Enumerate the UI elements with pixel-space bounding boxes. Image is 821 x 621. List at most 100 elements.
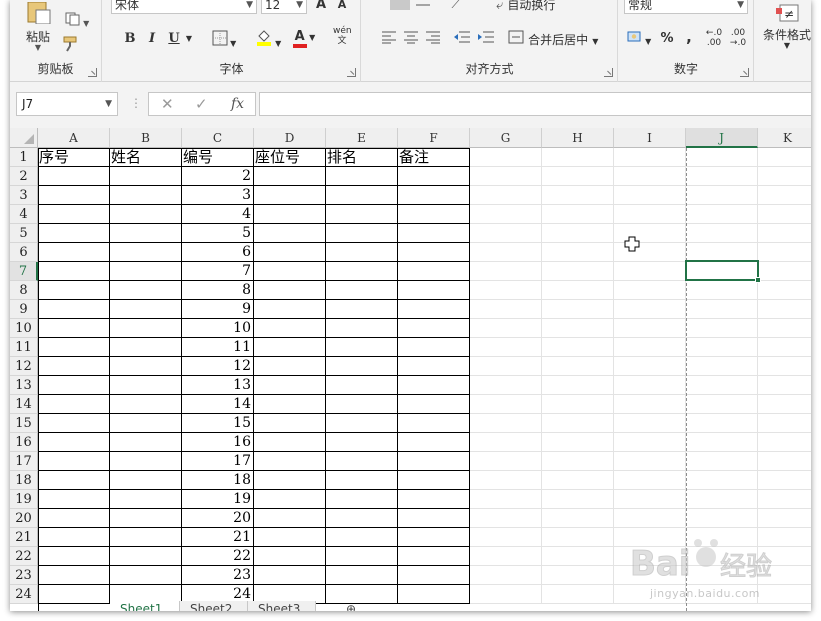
cell-g7[interactable] (470, 262, 542, 281)
borders-button[interactable]: ▼ (209, 30, 239, 53)
row-header[interactable]: 8 (10, 281, 38, 300)
cell-c13[interactable]: 13 (182, 376, 254, 395)
cell-b15[interactable] (110, 414, 182, 433)
cell-k13[interactable] (758, 376, 811, 395)
cell-b16[interactable] (110, 433, 182, 452)
font-launcher-icon[interactable] (347, 68, 356, 77)
cell-k17[interactable] (758, 452, 811, 471)
cell-j8[interactable] (686, 281, 758, 300)
cell-k1[interactable] (758, 148, 811, 167)
number-format-select[interactable]: 常规 ▼ (624, 0, 748, 14)
column-header-j[interactable]: J (686, 128, 758, 148)
cell-i13[interactable] (614, 376, 686, 395)
cell-j20[interactable] (686, 509, 758, 528)
cell-f17[interactable] (398, 452, 470, 471)
cell-b22[interactable] (110, 547, 182, 566)
shrink-font-button[interactable]: A (335, 0, 349, 14)
cell-c19[interactable]: 19 (182, 490, 254, 509)
clipboard-launcher-icon[interactable] (88, 68, 97, 77)
cell-f3[interactable] (398, 186, 470, 205)
cell-e20[interactable] (326, 509, 398, 528)
cell-g15[interactable] (470, 414, 542, 433)
cell-c23[interactable]: 23 (182, 566, 254, 585)
decrease-decimal-button[interactable]: .00 →.0 (727, 28, 749, 48)
cell-h5[interactable] (542, 224, 614, 243)
cell-h20[interactable] (542, 509, 614, 528)
cell-g2[interactable] (470, 167, 542, 186)
cell-f23[interactable] (398, 566, 470, 585)
cell-i20[interactable] (614, 509, 686, 528)
cell-i4[interactable] (614, 205, 686, 224)
cell-g13[interactable] (470, 376, 542, 395)
cell-h1[interactable] (542, 148, 614, 167)
cell-g21[interactable] (470, 528, 542, 547)
cell-i17[interactable] (614, 452, 686, 471)
cell-a4[interactable] (38, 205, 110, 224)
cell-d19[interactable] (254, 490, 326, 509)
conditional-format-button[interactable]: ≠ 条件格式 ▼ (759, 4, 811, 50)
row-header[interactable]: 13 (10, 376, 38, 395)
cell-a16[interactable] (38, 433, 110, 452)
cell-c11[interactable]: 11 (182, 338, 254, 357)
cell-e15[interactable] (326, 414, 398, 433)
font-name-select[interactable]: 宋体 ▼ (111, 0, 257, 14)
cell-g19[interactable] (470, 490, 542, 509)
cell-k8[interactable] (758, 281, 811, 300)
cell-e16[interactable] (326, 433, 398, 452)
format-painter-button[interactable] (62, 36, 82, 58)
cell-k7[interactable] (758, 262, 811, 281)
cell-j4[interactable] (686, 205, 758, 224)
cell-d11[interactable] (254, 338, 326, 357)
row-header[interactable]: 1 (10, 148, 38, 167)
align-right-button[interactable] (424, 30, 442, 50)
enter-icon[interactable]: ✓ (195, 94, 208, 114)
row-header[interactable]: 21 (10, 528, 38, 547)
cell-g6[interactable] (470, 243, 542, 262)
cell-b12[interactable] (110, 357, 182, 376)
column-header-b[interactable]: B (110, 128, 182, 148)
cell-e5[interactable] (326, 224, 398, 243)
row-header[interactable]: 11 (10, 338, 38, 357)
insert-function-icon[interactable]: fx (231, 94, 244, 114)
cell-k10[interactable] (758, 319, 811, 338)
cell-h9[interactable] (542, 300, 614, 319)
cell-c3[interactable]: 3 (182, 186, 254, 205)
percent-button[interactable]: % (659, 30, 675, 48)
cell-f1[interactable]: 备注 (398, 148, 470, 167)
row-header[interactable]: 19 (10, 490, 38, 509)
middle-align-button[interactable] (414, 0, 432, 16)
cell-i12[interactable] (614, 357, 686, 376)
cell-h2[interactable] (542, 167, 614, 186)
cell-e22[interactable] (326, 547, 398, 566)
cell-a10[interactable] (38, 319, 110, 338)
cell-i18[interactable] (614, 471, 686, 490)
cell-f2[interactable] (398, 167, 470, 186)
cell-f10[interactable] (398, 319, 470, 338)
cell-b13[interactable] (110, 376, 182, 395)
cell-c10[interactable]: 10 (182, 319, 254, 338)
cell-g9[interactable] (470, 300, 542, 319)
cell-i15[interactable] (614, 414, 686, 433)
cell-i1[interactable] (614, 148, 686, 167)
row-header[interactable]: 2 (10, 167, 38, 186)
cell-j9[interactable] (686, 300, 758, 319)
cell-j16[interactable] (686, 433, 758, 452)
cell-c16[interactable]: 16 (182, 433, 254, 452)
cell-f6[interactable] (398, 243, 470, 262)
cell-c2[interactable]: 2 (182, 167, 254, 186)
cell-b18[interactable] (110, 471, 182, 490)
cell-d12[interactable] (254, 357, 326, 376)
cell-k16[interactable] (758, 433, 811, 452)
cancel-icon[interactable]: ✕ (161, 94, 174, 114)
cell-i16[interactable] (614, 433, 686, 452)
cell-c9[interactable]: 9 (182, 300, 254, 319)
column-header-h[interactable]: H (542, 128, 614, 148)
cell-g16[interactable] (470, 433, 542, 452)
paste-dropdown-icon[interactable]: ▼ (20, 44, 56, 52)
cell-h22[interactable] (542, 547, 614, 566)
row-header[interactable]: 23 (10, 566, 38, 585)
row-header[interactable]: 16 (10, 433, 38, 452)
cell-d17[interactable] (254, 452, 326, 471)
cell-k11[interactable] (758, 338, 811, 357)
row-header[interactable]: 14 (10, 395, 38, 414)
